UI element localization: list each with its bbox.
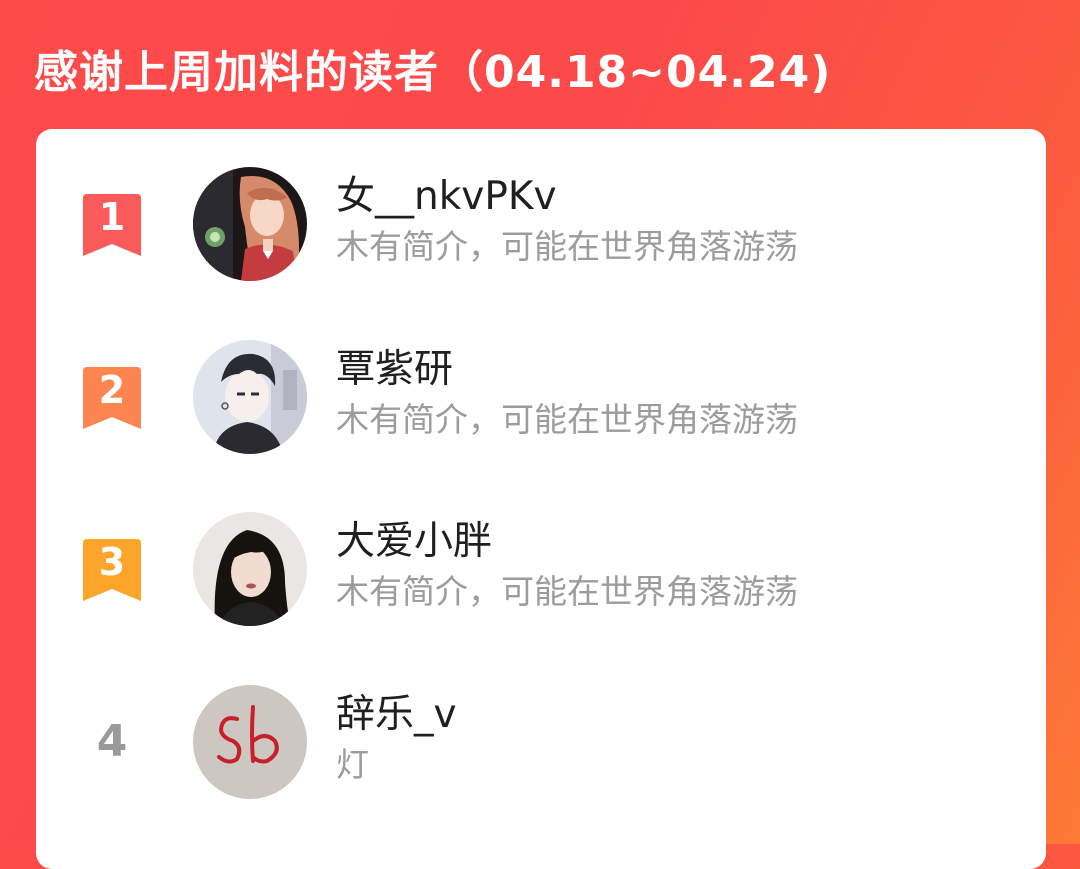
rank-badge-icon: 2 bbox=[83, 367, 141, 431]
rank-badge-icon: 3 bbox=[83, 539, 141, 603]
reader-row[interactable]: 4 辞乐_v 灯 bbox=[36, 680, 1046, 800]
anime-girl-avatar-icon bbox=[193, 167, 307, 281]
reader-list-card: 1 女__nkvPKv 木有简介，可能在世界角落游荡 2 覃紫研 木有简介，可能… bbox=[36, 129, 1046, 869]
rank-number: 1 bbox=[98, 195, 126, 239]
avatar[interactable] bbox=[193, 512, 307, 626]
reader-row[interactable]: 2 覃紫研 木有简介，可能在世界角落游荡 bbox=[36, 335, 1046, 455]
page-title: 感谢上周加料的读者（04.18~04.24) bbox=[34, 47, 832, 98]
reader-bio: 木有简介，可能在世界角落游荡 bbox=[336, 400, 798, 439]
reader-row[interactable]: 1 女__nkvPKv 木有简介，可能在世界角落游荡 bbox=[36, 162, 1046, 282]
reader-bio: 木有简介，可能在世界角落游荡 bbox=[336, 572, 798, 611]
woman-photo-avatar-icon bbox=[193, 512, 307, 626]
reader-name[interactable]: 覃紫研 bbox=[336, 345, 453, 395]
handwriting-avatar-icon bbox=[193, 685, 307, 799]
reader-name[interactable]: 大爱小胖 bbox=[336, 517, 492, 567]
rank-badge-icon: 1 bbox=[83, 194, 141, 258]
avatar[interactable] bbox=[193, 340, 307, 454]
reader-bio: 灯 bbox=[336, 745, 369, 784]
avatar[interactable] bbox=[193, 685, 307, 799]
rank-number: 4 bbox=[96, 716, 128, 767]
rank-number: 2 bbox=[98, 368, 126, 412]
reader-bio: 木有简介，可能在世界角落游荡 bbox=[336, 227, 798, 266]
reader-name[interactable]: 女__nkvPKv bbox=[336, 172, 557, 222]
rank-number: 3 bbox=[98, 540, 126, 584]
reader-name[interactable]: 辞乐_v bbox=[336, 690, 457, 740]
reader-row[interactable]: 3 大爱小胖 木有简介，可能在世界角落游荡 bbox=[36, 507, 1046, 627]
anime-boy-avatar-icon bbox=[193, 340, 307, 454]
avatar[interactable] bbox=[193, 167, 307, 281]
